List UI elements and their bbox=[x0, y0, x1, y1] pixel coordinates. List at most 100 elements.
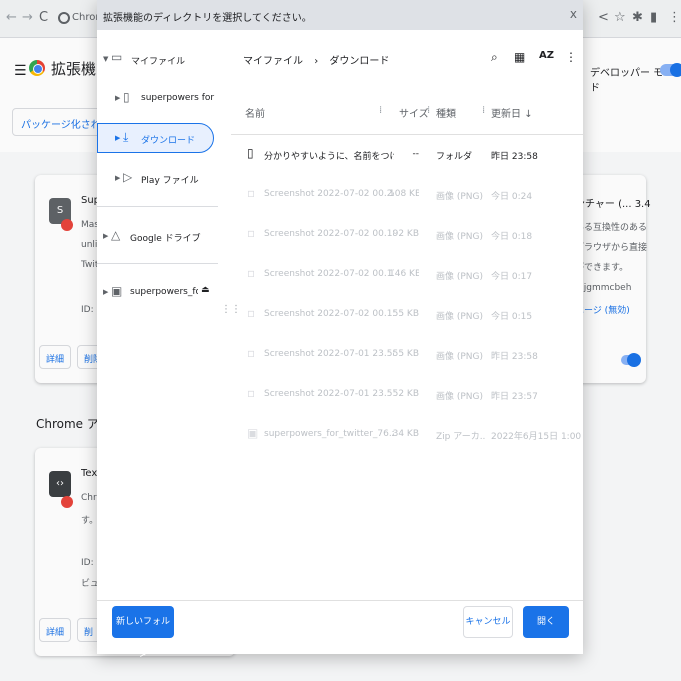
image-icon: ▫ bbox=[247, 186, 256, 200]
file-modified: 昨日 23:57 bbox=[491, 392, 538, 402]
image-icon: ▫ bbox=[247, 226, 256, 240]
search-icon[interactable]: ⌕ bbox=[491, 50, 498, 65]
image-icon: ▫ bbox=[247, 386, 256, 400]
file-size: 34 KB bbox=[392, 429, 419, 439]
download-icon: ⤓ bbox=[123, 130, 129, 144]
image-icon: ▫ bbox=[247, 306, 256, 320]
file-size: 108 KB bbox=[389, 189, 419, 199]
image-icon: ▫ bbox=[247, 266, 256, 280]
column-header-modified[interactable]: 更新日 ↓ bbox=[491, 105, 533, 120]
dialog-sidebar: ▼ ▭ マイファイル ▶ ▯ superpowers for twitt... … bbox=[97, 30, 218, 600]
nav-divider bbox=[97, 263, 218, 264]
sort-down-icon: ↓ bbox=[524, 109, 533, 120]
file-row: ▫ Screenshot 2022-07-01 23.57.41.png52 KB… bbox=[231, 375, 583, 415]
breadcrumb-separator: › bbox=[314, 56, 319, 67]
file-type: 画像 (PNG) bbox=[436, 272, 484, 282]
file-name: Screenshot 2022-07-01 23.57.41.png bbox=[264, 389, 394, 399]
nav-google-drive[interactable]: ▶ △ Google ドライブ bbox=[97, 222, 218, 252]
expand-arrow-icon[interactable]: ▶ bbox=[115, 174, 120, 182]
folder-icon: ▯ bbox=[247, 146, 254, 160]
file-type: フォルダ bbox=[436, 152, 473, 162]
breadcrumb-root[interactable]: マイファイル bbox=[243, 56, 303, 67]
column-divider[interactable]: ⁞ bbox=[482, 105, 485, 116]
file-row: ▫ Screenshot 2022-07-02 00.24.43.png108 K… bbox=[231, 175, 583, 215]
file-row: ▫ Screenshot 2022-07-02 00.18.03.png92 KB… bbox=[231, 215, 583, 255]
file-row: ▫ Screenshot 2022-07-02 00.17.19.png146 K… bbox=[231, 255, 583, 295]
nav-downloads[interactable]: ▶ ⤓ ダウンロード bbox=[97, 123, 214, 153]
nav-divider bbox=[97, 206, 218, 207]
file-type: Zip アーカ... bbox=[436, 432, 486, 442]
file-row: ▫ Screenshot 2022-07-01 23.58.21.png55 KB… bbox=[231, 335, 583, 375]
file-modified: 今日 0:24 bbox=[491, 192, 533, 202]
column-header-type[interactable]: 種類 bbox=[436, 105, 456, 120]
drive-icon: △ bbox=[111, 228, 121, 242]
nav-label: ダウンロード bbox=[141, 136, 196, 146]
file-name: Screenshot 2022-07-02 00.24.43.png bbox=[264, 189, 394, 199]
breadcrumb: マイファイル › ダウンロード bbox=[243, 52, 389, 67]
nav-label: マイファイル bbox=[131, 57, 186, 67]
file-size: 55 KB bbox=[392, 349, 419, 359]
dialog-title: 拡張機能のディレクトリを選択してください。 bbox=[103, 13, 312, 24]
footer-divider bbox=[97, 600, 583, 601]
laptop-icon: ▭ bbox=[111, 50, 123, 64]
nav-label: Google ドライブ bbox=[130, 234, 201, 244]
file-name: Screenshot 2022-07-02 00.18.03.png bbox=[264, 229, 394, 239]
file-modified: 昨日 23:58 bbox=[491, 152, 538, 162]
file-row[interactable]: ▯ 分かりやすいように、名前をつけて... -- フォルダ 昨日 23:58 bbox=[231, 135, 583, 175]
folder-icon: ▯ bbox=[123, 90, 130, 104]
select-folder-dialog: 拡張機能のディレクトリを選択してください。 x ▼ ▭ マイファイル ▶ ▯ s… bbox=[97, 0, 583, 659]
expand-arrow-icon[interactable]: ▶ bbox=[103, 288, 108, 296]
new-folder-button[interactable]: 新しいフォルダ bbox=[112, 606, 174, 659]
nav-superpowers-zip[interactable]: ▶ ▣ superpowers_for_twi... ⏏ bbox=[97, 278, 218, 308]
file-modified: 2022年6月15日 1:00 bbox=[491, 432, 581, 442]
file-size: 55 KB bbox=[392, 309, 419, 319]
column-header-size[interactable]: サイズ bbox=[399, 105, 429, 120]
column-header-name[interactable]: 名前 bbox=[245, 105, 265, 120]
more-options-icon[interactable]: ⋮ bbox=[565, 50, 577, 64]
file-type: 画像 (PNG) bbox=[436, 192, 484, 202]
expand-arrow-icon[interactable]: ▶ bbox=[115, 134, 120, 142]
file-modified: 今日 0:15 bbox=[491, 312, 533, 322]
open-button[interactable]: 開く bbox=[523, 606, 569, 638]
file-type: 画像 (PNG) bbox=[436, 352, 484, 362]
dialog-titlebar: 拡張機能のディレクトリを選択してください。 x bbox=[97, 0, 583, 30]
play-icon: ▷ bbox=[123, 170, 133, 184]
file-size: -- bbox=[412, 149, 420, 159]
eject-icon[interactable]: ⏏ bbox=[201, 285, 210, 295]
cancel-button[interactable]: キャンセル bbox=[463, 606, 513, 638]
file-list-panel: マイファイル › ダウンロード ⌕ ▦ AZ ⋮ 名前 ⁞ サイズ ⁞ 種類 ⁞… bbox=[231, 30, 583, 600]
file-row: ▣ superpowers_for_twitter_76.zip 34 KB Zip … bbox=[231, 415, 583, 455]
file-type: 画像 (PNG) bbox=[436, 392, 484, 402]
column-divider[interactable]: ⁞ bbox=[379, 105, 382, 116]
image-icon: ▫ bbox=[247, 346, 256, 360]
expand-arrow-icon[interactable]: ▶ bbox=[115, 94, 120, 102]
file-type: 画像 (PNG) bbox=[436, 232, 484, 242]
zip-icon: ▣ bbox=[111, 284, 123, 298]
nav-play-files[interactable]: ▶ ▷ Play ファイル bbox=[97, 164, 218, 194]
nav-my-files[interactable]: ▼ ▭ マイファイル bbox=[97, 45, 218, 75]
file-modified: 昨日 23:58 bbox=[491, 352, 538, 362]
file-modified: 今日 0:18 bbox=[491, 232, 533, 242]
file-size: 52 KB bbox=[392, 389, 419, 399]
expand-arrow-icon[interactable]: ▶ bbox=[103, 232, 108, 240]
close-icon[interactable]: x bbox=[570, 7, 577, 21]
file-type: 画像 (PNG) bbox=[436, 312, 484, 322]
sort-icon[interactable]: AZ bbox=[539, 50, 554, 61]
nav-label: Play ファイル bbox=[141, 176, 199, 186]
breadcrumb-current: ダウンロード bbox=[329, 56, 390, 67]
nav-label: superpowers_for_twi... bbox=[130, 287, 198, 297]
collapse-arrow-icon[interactable]: ▼ bbox=[103, 55, 108, 63]
file-name: 分かりやすいように、名前をつけて... bbox=[264, 152, 394, 162]
file-size: 146 KB bbox=[389, 269, 419, 279]
file-modified: 今日 0:17 bbox=[491, 272, 533, 282]
column-divider[interactable]: ⁞ bbox=[427, 105, 430, 116]
file-row: ▫ Screenshot 2022-07-02 00.15.05.png55 KB… bbox=[231, 295, 583, 335]
column-header-modified-label: 更新日 bbox=[491, 109, 521, 120]
file-name: Screenshot 2022-07-02 00.15.05.png bbox=[264, 309, 394, 319]
zip-icon: ▣ bbox=[247, 426, 259, 440]
nav-label: superpowers for twitt... bbox=[141, 93, 215, 103]
grid-view-icon[interactable]: ▦ bbox=[514, 50, 525, 64]
file-name: superpowers_for_twitter_76.zip bbox=[264, 429, 394, 439]
file-size: 92 KB bbox=[392, 229, 419, 239]
nav-superpowers-folder[interactable]: ▶ ▯ superpowers for twitt... bbox=[97, 84, 218, 114]
